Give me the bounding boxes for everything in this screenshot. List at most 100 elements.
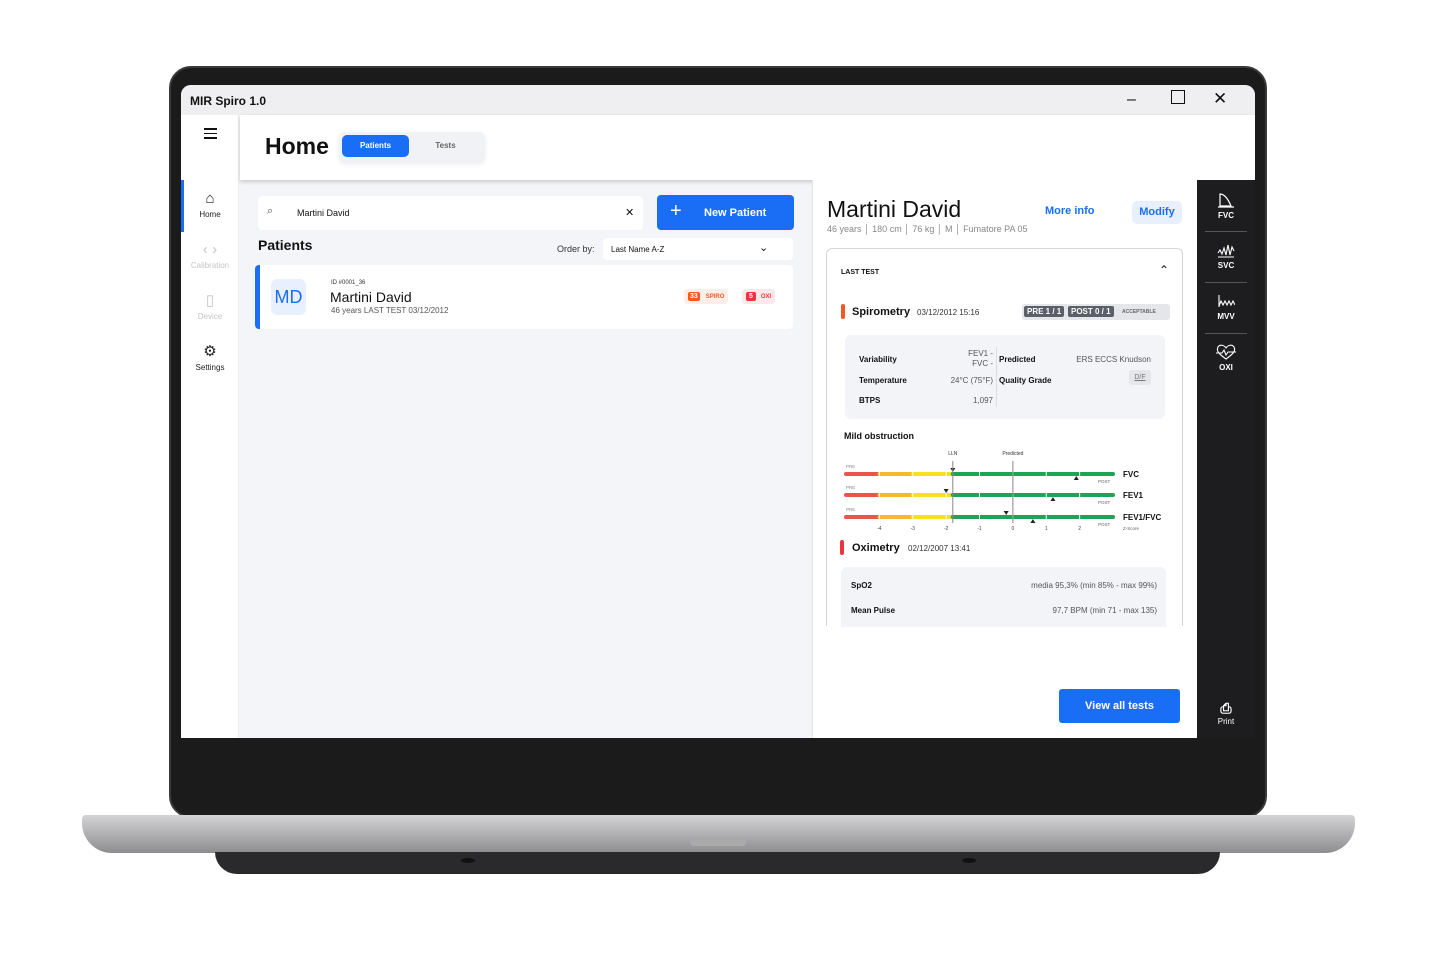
more-info-link[interactable]: More info [1045,205,1095,217]
tab-patients[interactable]: Patients [342,135,409,157]
fvc-label: FVC [1218,211,1234,220]
tick-label: -4 [877,526,882,531]
variability-label: Variability [859,355,897,364]
spiro-count: 33 [688,292,700,301]
page-header: Home Patients Tests [240,115,1255,180]
nav-label: Home [199,210,221,219]
order-by-label: Order by: [557,244,595,254]
patients-heading: Patients [258,237,313,253]
oxi-count: 5 [746,292,756,301]
order-by-select[interactable]: Last Name A-Z ⌄ [603,238,793,260]
patient-name: Martini David [330,289,412,305]
view-all-tests-button[interactable]: View all tests [1059,689,1180,723]
chevron-up-icon[interactable]: ⌃ [1159,263,1169,277]
svc-label: SVC [1217,261,1235,270]
predicted-value: ERS ECCS Knudson [1076,355,1151,364]
post-label: POST [1098,500,1111,505]
printer-icon: ⎙ [1220,700,1232,716]
hamburger-icon[interactable] [204,128,217,139]
laptop-base [82,815,1355,853]
tick-label: -2 [944,526,949,531]
post-marker [1050,497,1056,501]
interpretation-text: Mild obstruction [844,431,914,441]
btps-value: 1,097 [972,396,993,405]
spirometry-title: Spirometry [852,306,911,318]
spiro-badge: 33 SPIRO [684,289,729,304]
zscore-chart: PRE POST FVC PRE POST FEV1 PRE POST FEV1/FVC LLN P… [844,451,1161,531]
nav-item-device: ▯ Device [181,291,239,321]
laptop-foot [461,858,475,863]
view-tabs: Patients Tests [339,132,485,162]
last-test-heading: LAST TEST [841,269,880,276]
weight: 76 kg [912,224,935,234]
order-by-value: Last Name A-Z [611,245,665,254]
print-button[interactable]: ⎙ Print [1197,700,1255,726]
oximetry-date: 02/12/2007 13:41 [908,544,971,553]
post-badge: POST 0 / 1 [1068,306,1114,317]
tab-tests[interactable]: Tests [412,135,479,157]
heart-pulse-icon [1216,344,1236,360]
variability-fev1: FEV1 - [968,349,993,358]
quality-grade-label: Quality Grade [999,376,1052,385]
patient-meta: 46 years │ 180 cm │ 76 kg │ M │ Fumatore… [827,224,1028,234]
pre-label: PRE [846,485,855,490]
nav-label: Settings [195,363,225,372]
spiro-label: SPIRO [705,294,725,300]
search-value: Martini David [297,208,350,218]
patient-summary: 46 years LAST TEST 03/12/2012 [331,306,449,315]
clear-search-icon[interactable]: ✕ [625,206,634,219]
maximize-button[interactable] [1171,90,1185,104]
print-label: Print [1217,717,1235,726]
modify-button[interactable]: Modify [1132,201,1182,224]
chevron-down-icon: ⌄ [759,242,769,254]
detail-patient-name: Martini David [827,196,962,222]
laptop-foot [962,858,976,863]
oxi-label: OXI [760,294,772,300]
btps-label: BTPS [859,396,881,405]
oxi-badge: 5 OXI [742,289,776,304]
smoker-info: Fumatore PA 05 [963,224,1028,234]
test-mvv-button[interactable]: MVV [1197,293,1255,321]
divider [1205,282,1247,283]
pre-label: PRE [846,464,855,469]
pre-label: PRE [846,507,855,512]
predicted-label: Predicted [999,355,1036,364]
new-patient-button[interactable]: + New Patient [657,195,794,230]
pre-marker [1003,511,1009,515]
tick-label: -3 [911,526,916,531]
mvv-label: MVV [1217,312,1235,321]
spirometry-marker [841,304,845,319]
fvc-curve-icon [1218,193,1234,208]
test-svc-button[interactable]: SVC [1197,242,1255,270]
oxi-test-label: OXI [1219,363,1233,372]
close-button[interactable]: ✕ [1213,89,1227,109]
laptop-base-bottom [215,852,1220,874]
tick-label: 1 [1045,526,1048,531]
tests-sidebar: FVC SVC MVV OXI ⎙ Print [1197,180,1255,738]
acceptable-badge: ACCEPTABLE [1122,309,1156,315]
oximetry-title: Oximetry [852,542,900,554]
nav-item-settings[interactable]: ⚙ Settings [181,342,239,372]
nav-item-home[interactable]: ⌂ Home [181,190,239,219]
laptop-notch [690,840,746,846]
tick-label: 0 [1011,526,1014,531]
mvv-wave-icon [1218,295,1235,307]
spo2-value: media 95,3% (min 85% - max 99%) [1031,581,1157,590]
spirometry-info: Variability FEV1 - FVC - Temperature 24°… [845,335,1165,419]
post-label: POST [1098,522,1111,527]
app-window: MIR Spiro 1.0 – ✕ ⌂ Home ‹ › Calibration ▯… [181,85,1255,738]
side-navigation: ⌂ Home ‹ › Calibration ▯ Device ⚙ Settings [181,115,239,738]
search-input[interactable]: ⌕ Martini David ✕ [258,196,643,230]
patient-list-item[interactable]: MD ID #0001_36 Martini David 46 years LA… [255,265,793,329]
title-bar: MIR Spiro 1.0 – ✕ [181,85,1255,115]
divider [996,347,997,407]
nav-label: Calibration [190,261,230,270]
minimize-button[interactable]: – [1127,91,1136,109]
code-icon: ‹ › [202,241,218,258]
post-marker [1073,476,1079,480]
test-fvc-button[interactable]: FVC [1197,192,1255,220]
quality-grade-value: D/F [1129,370,1151,385]
tick-label: 2 [1078,526,1081,531]
test-oxi-button[interactable]: OXI [1197,344,1255,372]
series-label: FEV1/FVC [1123,513,1161,522]
